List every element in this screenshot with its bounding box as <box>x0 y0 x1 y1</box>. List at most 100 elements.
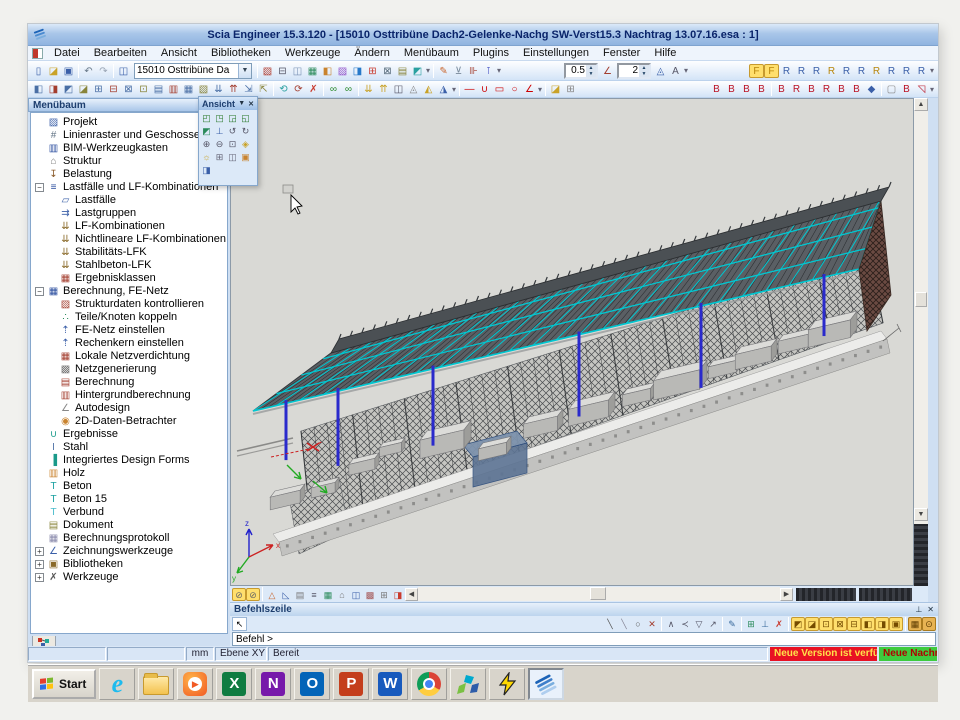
pin-icon[interactable]: ⊥ <box>915 605 922 614</box>
link-icon[interactable]: ✎ <box>436 64 451 78</box>
data-view-icon[interactable]: ◨ <box>391 588 405 601</box>
zoom-all-icon[interactable]: ◈ <box>239 137 252 150</box>
result-2-icon[interactable]: R <box>794 64 809 78</box>
outlook-icon[interactable]: O <box>294 668 330 700</box>
beam-8-icon[interactable]: R <box>819 82 834 96</box>
tree-expander-icon[interactable]: + <box>35 547 44 556</box>
tree-item-berechnung[interactable]: ▤Berechnung <box>33 376 227 389</box>
viewport-vertical-scrollbar[interactable]: ▲ ▼ <box>914 98 928 586</box>
erase-tool-icon[interactable]: ✕ <box>645 617 659 631</box>
tree-item-teile-knoten-koppeln[interactable]: ∴Teile/Knoten koppeln <box>33 311 227 324</box>
clip-1-icon[interactable]: ⊘ <box>232 588 246 601</box>
media-player-icon[interactable]: ▶ <box>177 668 213 700</box>
snap-center-icon[interactable]: ⊡ <box>819 617 833 631</box>
tree-item-lastgruppen[interactable]: ⇉Lastgruppen <box>33 207 227 220</box>
grid-snap-icon[interactable]: ⊞ <box>744 617 758 631</box>
tree-item-fe-netz-einstellen[interactable]: ⇡FE-Netz einstellen <box>33 324 227 337</box>
render-icon[interactable]: ▩ <box>363 588 377 601</box>
menu-item-fenster[interactable]: Fenster <box>596 47 647 59</box>
abc-icon[interactable]: ≡ <box>307 588 321 601</box>
move-up-icon[interactable]: ⇈ <box>226 82 241 96</box>
view-side-icon[interactable]: ◳ <box>213 111 226 124</box>
load-case-icon[interactable]: F <box>749 64 764 78</box>
paste-attrib-icon[interactable]: ◨ <box>46 82 61 96</box>
copy-add-icon[interactable]: ◩ <box>61 82 76 96</box>
vertex-tool-icon[interactable]: ∧ <box>664 617 678 631</box>
view-axo-icon[interactable]: ◱ <box>239 111 252 124</box>
edit-tool-icon[interactable]: ✎ <box>725 617 739 631</box>
print-icon[interactable]: ⊟ <box>275 64 290 78</box>
tree-item-rechenkern-einstellen[interactable]: ⇡Rechenkern einstellen <box>33 337 227 350</box>
label-icon[interactable]: ▤ <box>293 588 307 601</box>
menu-item-einstellungen[interactable]: Einstellungen <box>516 47 596 59</box>
tri-1-icon[interactable]: ◬ <box>406 82 421 96</box>
lamp-icon[interactable]: ☼ <box>200 150 213 163</box>
ortho-icon[interactable]: ⊥ <box>758 617 772 631</box>
palette-menu-chevron-icon[interactable]: ▼ <box>238 100 245 107</box>
snap-intersection-icon[interactable]: ⊠ <box>833 617 847 631</box>
select-off-icon[interactable]: ⊡ <box>136 82 151 96</box>
toolbar-overflow-chevron-icon[interactable]: ▾ <box>930 66 934 75</box>
draw-rect-icon[interactable]: ▭ <box>492 82 507 96</box>
screenshot-icon[interactable]: ⊠ <box>380 64 395 78</box>
tree-item-stabilit-ts-lfk[interactable]: ⇊Stabilitäts-LFK <box>33 246 227 259</box>
result-9-icon[interactable]: R <box>899 64 914 78</box>
onenote-icon[interactable]: N <box>255 668 291 700</box>
save-icon[interactable]: ▣ <box>61 64 76 78</box>
tree-item-hintergrundberechnung[interactable]: ▥Hintergrundberechnung <box>33 389 227 402</box>
tree-item-nichtlineare-lf-kombinationen[interactable]: ⇊Nichtlineare LF-Kombinationen <box>33 233 227 246</box>
result-1-icon[interactable]: R <box>779 64 794 78</box>
toolbar-overflow-chevron-icon[interactable]: ▾ <box>930 85 934 94</box>
palette-close-icon[interactable]: ✕ <box>248 100 254 108</box>
print-preview-icon[interactable]: ◫ <box>290 64 305 78</box>
new-document-icon[interactable]: ▯ <box>31 64 46 78</box>
layer-1-icon[interactable]: ▤ <box>151 82 166 96</box>
tree-item-lokale-netzverdichtung[interactable]: ▦Lokale Netzverdichtung <box>33 350 227 363</box>
result-3-icon[interactable]: R <box>809 64 824 78</box>
chevron-down-icon[interactable]: ▼ <box>238 64 251 78</box>
table-results-icon[interactable]: ⊟ <box>106 82 121 96</box>
font-size-icon[interactable]: A <box>668 64 683 78</box>
result-10-icon[interactable]: R <box>914 64 929 78</box>
tree-item-berechnung-fe-netz[interactable]: −▦Berechnung, FE-Netz <box>33 285 227 298</box>
beam-5-icon[interactable]: B <box>774 82 789 96</box>
tree-item-autodesign[interactable]: ∠Autodesign <box>33 402 227 415</box>
tree-item-stahlbeton-lfk[interactable]: ⇊Stahlbeton-LFK <box>33 259 227 272</box>
undo-icon[interactable]: ↶ <box>81 64 96 78</box>
draw-arc-icon[interactable]: ∪ <box>477 82 492 96</box>
tree-item-zeichnungswerkzeuge[interactable]: +∠Zeichnungswerkzeuge <box>33 545 227 558</box>
graph-icon[interactable]: ◺ <box>279 588 293 601</box>
copy-picture-icon[interactable]: ◧ <box>320 64 335 78</box>
tree-item-ergebnisse[interactable]: ∪Ergebnisse <box>33 428 227 441</box>
rotate-ccw-icon[interactable]: ⟲ <box>276 82 291 96</box>
pin-view-icon[interactable]: ⊺ <box>481 64 496 78</box>
delete-icon[interactable]: ✗ <box>306 82 321 96</box>
tree-item-ergebnisklassen[interactable]: ▦Ergebnisklassen <box>33 272 227 285</box>
tree-item-verbund[interactable]: TVerbund <box>33 506 227 519</box>
snap-endpoint-icon[interactable]: ◩ <box>791 617 805 631</box>
beam-10-icon[interactable]: B <box>849 82 864 96</box>
send-back-icon[interactable]: ⇲ <box>241 82 256 96</box>
draw-line-icon[interactable]: — <box>462 82 477 96</box>
start-button[interactable]: Start <box>32 669 96 699</box>
ucs-icon[interactable]: ⊥ <box>213 124 226 137</box>
frame-box-icon[interactable]: ▢ <box>884 82 899 96</box>
paperspace-icon[interactable]: ◨ <box>350 64 365 78</box>
tree-expander-icon[interactable]: − <box>35 287 44 296</box>
select-by-prop-icon[interactable]: ⊠ <box>121 82 136 96</box>
beam-12-icon[interactable]: ◹ <box>914 82 929 96</box>
shapes-logo-icon[interactable] <box>450 668 486 700</box>
move-tool-icon[interactable]: ↗ <box>706 617 720 631</box>
pointer-mode-icon[interactable]: ↖ <box>232 617 247 631</box>
menu-item-ansicht[interactable]: Ansicht <box>154 47 204 59</box>
gallery-icon[interactable]: ▨ <box>335 64 350 78</box>
result-8-icon[interactable]: R <box>884 64 899 78</box>
frame-icon[interactable]: ◫ <box>391 82 406 96</box>
snap-dot-icon[interactable]: ⊙ <box>922 617 936 631</box>
spinner-arrows-icon[interactable]: ▲▼ <box>586 65 596 77</box>
zoom-out-icon[interactable]: ⊖ <box>213 137 226 150</box>
menu-item-bearbeiten[interactable]: Bearbeiten <box>87 47 154 59</box>
file-explorer-icon[interactable] <box>138 668 174 700</box>
menu-item-werkzeuge[interactable]: Werkzeuge <box>278 47 347 59</box>
move-down-icon[interactable]: ⇊ <box>211 82 226 96</box>
